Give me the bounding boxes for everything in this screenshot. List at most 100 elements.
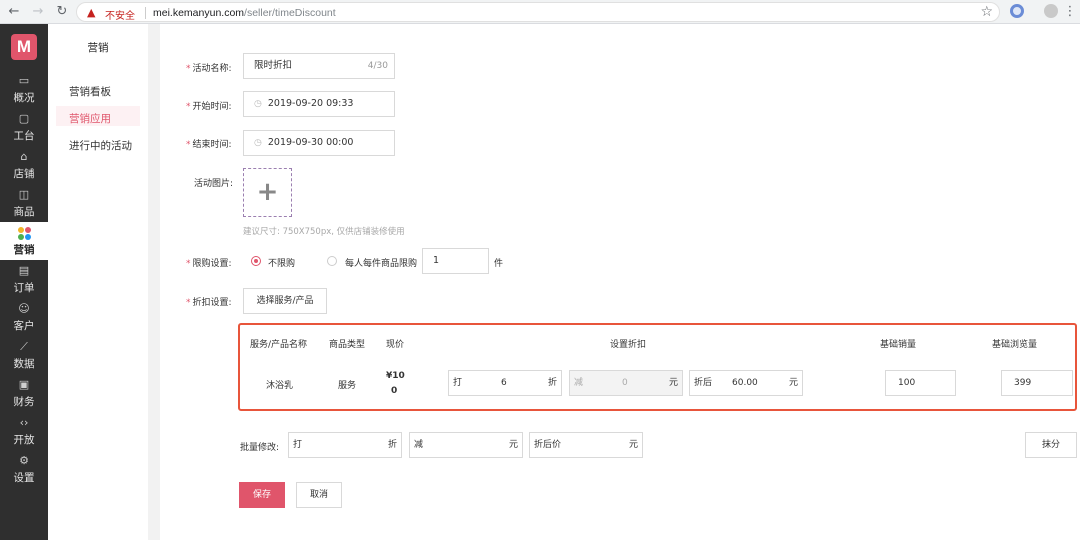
code-icon: ‹›: [19, 416, 29, 429]
url-host: mei.kemanyun.com: [153, 7, 245, 19]
nav-item-finance[interactable]: ▣ 财务: [0, 374, 48, 412]
base-sales-value: 100: [898, 378, 916, 388]
col-header-discount: 设置折扣: [610, 340, 647, 350]
suffix: 元: [628, 440, 638, 450]
discount-rate-value: 6: [501, 378, 507, 388]
batch-after-price-input[interactable]: 折后价 元: [529, 432, 643, 458]
image-upload-button[interactable]: +: [243, 168, 292, 217]
nav-item-marketing[interactable]: 营销: [0, 222, 48, 260]
prefix: 减: [574, 378, 584, 388]
clock-icon: ◷: [254, 99, 262, 109]
nav-label: 店铺: [13, 168, 35, 180]
activity-name-value: 限时折扣: [254, 60, 293, 71]
content-gutter: [148, 24, 160, 540]
url-text: mei.kemanyun.com/seller/timeDiscount: [153, 7, 336, 19]
start-time-input[interactable]: ◷ 2019-09-20 09:33: [243, 91, 395, 117]
prefix: 折后价: [534, 440, 562, 450]
radio-limited[interactable]: [327, 256, 337, 266]
app-sidebar: M ▭ 概况 ▢ 工台 ⌂ 店铺 ◫ 商品 营销 ▤ 订单 ☺ 客户 ⟋ 数据 …: [0, 24, 48, 540]
forward-arrow-icon[interactable]: →: [30, 4, 46, 20]
prefix: 折后: [694, 378, 713, 388]
col-header-type: 商品类型: [329, 340, 366, 350]
suffix: 元: [508, 440, 518, 450]
nav-label: 财务: [13, 396, 35, 408]
limit-value: 1: [433, 255, 440, 266]
store-icon: ⌂: [20, 150, 28, 163]
user-icon: ☺: [18, 302, 30, 315]
cancel-button[interactable]: 取消: [296, 482, 342, 508]
nav-item-settings[interactable]: ⚙ 设置: [0, 450, 48, 488]
nav-item-data[interactable]: ⟋ 数据: [0, 336, 48, 374]
monitor-icon: ▭: [18, 74, 30, 87]
plus-icon: +: [256, 177, 279, 207]
col-header-name: 服务/产品名称: [250, 340, 308, 350]
discount-rate-input[interactable]: 打 6 折: [448, 370, 562, 396]
start-time-value: 2019-09-20 09:33: [267, 98, 354, 109]
base-views-value: 399: [1014, 378, 1032, 388]
app-logo[interactable]: M: [11, 34, 37, 60]
product-name: 沐浴乳: [266, 381, 294, 391]
back-arrow-icon[interactable]: ←: [6, 4, 22, 20]
limited-label: 每人每件商品限购: [345, 259, 418, 269]
save-button[interactable]: 保存: [239, 482, 285, 508]
nav-label: 营销: [13, 244, 35, 256]
nav-item-products[interactable]: ◫ 商品: [0, 184, 48, 222]
desktop-icon: ▢: [18, 112, 30, 125]
select-product-button[interactable]: 选择服务/产品: [243, 288, 327, 314]
minus-amount-value: 0: [622, 378, 628, 388]
radio-unlimited[interactable]: [251, 256, 261, 266]
gear-icon: ⚙: [19, 454, 29, 467]
suffix: 元: [668, 378, 678, 388]
end-time-label: * 结束时间:: [186, 140, 232, 150]
start-time-label: * 开始时间:: [186, 102, 232, 112]
after-price-input[interactable]: 折后 60.00 元: [689, 370, 803, 396]
address-bar[interactable]: ▲ 不安全 mei.kemanyun.com/seller/timeDiscou…: [76, 2, 1000, 22]
end-time-input[interactable]: ◷ 2019-09-30 00:00: [243, 130, 395, 156]
nav-label: 数据: [13, 358, 35, 370]
reload-icon[interactable]: ↻: [54, 4, 70, 20]
suffix: 折: [387, 440, 397, 450]
limit-quantity-input[interactable]: 1: [422, 248, 489, 274]
round-off-button[interactable]: 抹分: [1025, 432, 1077, 458]
nav-item-orders[interactable]: ▤ 订单: [0, 260, 48, 298]
suffix: 折: [547, 378, 557, 388]
profile-avatar-icon[interactable]: [1044, 4, 1058, 18]
submenu-item-ongoing[interactable]: 进行中的活动: [69, 138, 132, 153]
col-header-base-sales: 基础销量: [880, 340, 917, 350]
nav-item-workbench[interactable]: ▢ 工台: [0, 108, 48, 146]
marketing-dots-icon: [17, 227, 31, 240]
base-views-input[interactable]: 399: [1001, 370, 1073, 396]
extension-icon[interactable]: [1010, 4, 1024, 18]
more-menu-icon[interactable]: ⋮: [1062, 4, 1078, 20]
nav-label: 订单: [13, 282, 35, 294]
prefix: 打: [293, 440, 303, 450]
limit-label: * 限购设置:: [186, 259, 232, 269]
nav-label: 工台: [13, 130, 35, 142]
bookmark-star-icon[interactable]: ☆: [980, 4, 993, 20]
submenu-item-dashboard[interactable]: 营销看板: [69, 84, 111, 99]
insecure-label: 不安全: [105, 11, 135, 22]
unlimited-label: 不限购: [268, 259, 296, 269]
marketing-submenu: 营销 营销看板 营销应用 进行中的活动: [48, 24, 148, 540]
nav-item-overview[interactable]: ▭ 概况: [0, 70, 48, 108]
col-header-base-views: 基础浏览量: [992, 340, 1038, 350]
discount-label: * 折扣设置:: [186, 298, 232, 308]
nav-item-customers[interactable]: ☺ 客户: [0, 298, 48, 336]
url-path: /seller/timeDiscount: [244, 7, 336, 19]
activity-image-label: 活动图片:: [194, 179, 234, 189]
warning-icon: ▲: [87, 6, 96, 19]
batch-discount-input[interactable]: 打 折: [288, 432, 402, 458]
base-sales-input[interactable]: 100: [885, 370, 956, 396]
batch-label: 批量修改:: [240, 443, 280, 453]
nav-item-store[interactable]: ⌂ 店铺: [0, 146, 48, 184]
prefix: 打: [453, 378, 463, 388]
activity-name-input[interactable]: 限时折扣 4/30: [243, 53, 395, 79]
clock-icon: ◷: [254, 138, 262, 148]
nav-label: 设置: [13, 472, 35, 484]
nav-item-open[interactable]: ‹› 开放: [0, 412, 48, 450]
chart-icon: ⟋: [20, 340, 28, 353]
suffix: 元: [788, 378, 798, 388]
batch-minus-input[interactable]: 减 元: [409, 432, 523, 458]
order-icon: ▤: [18, 264, 30, 277]
submenu-item-apps[interactable]: 营销应用: [69, 111, 111, 126]
